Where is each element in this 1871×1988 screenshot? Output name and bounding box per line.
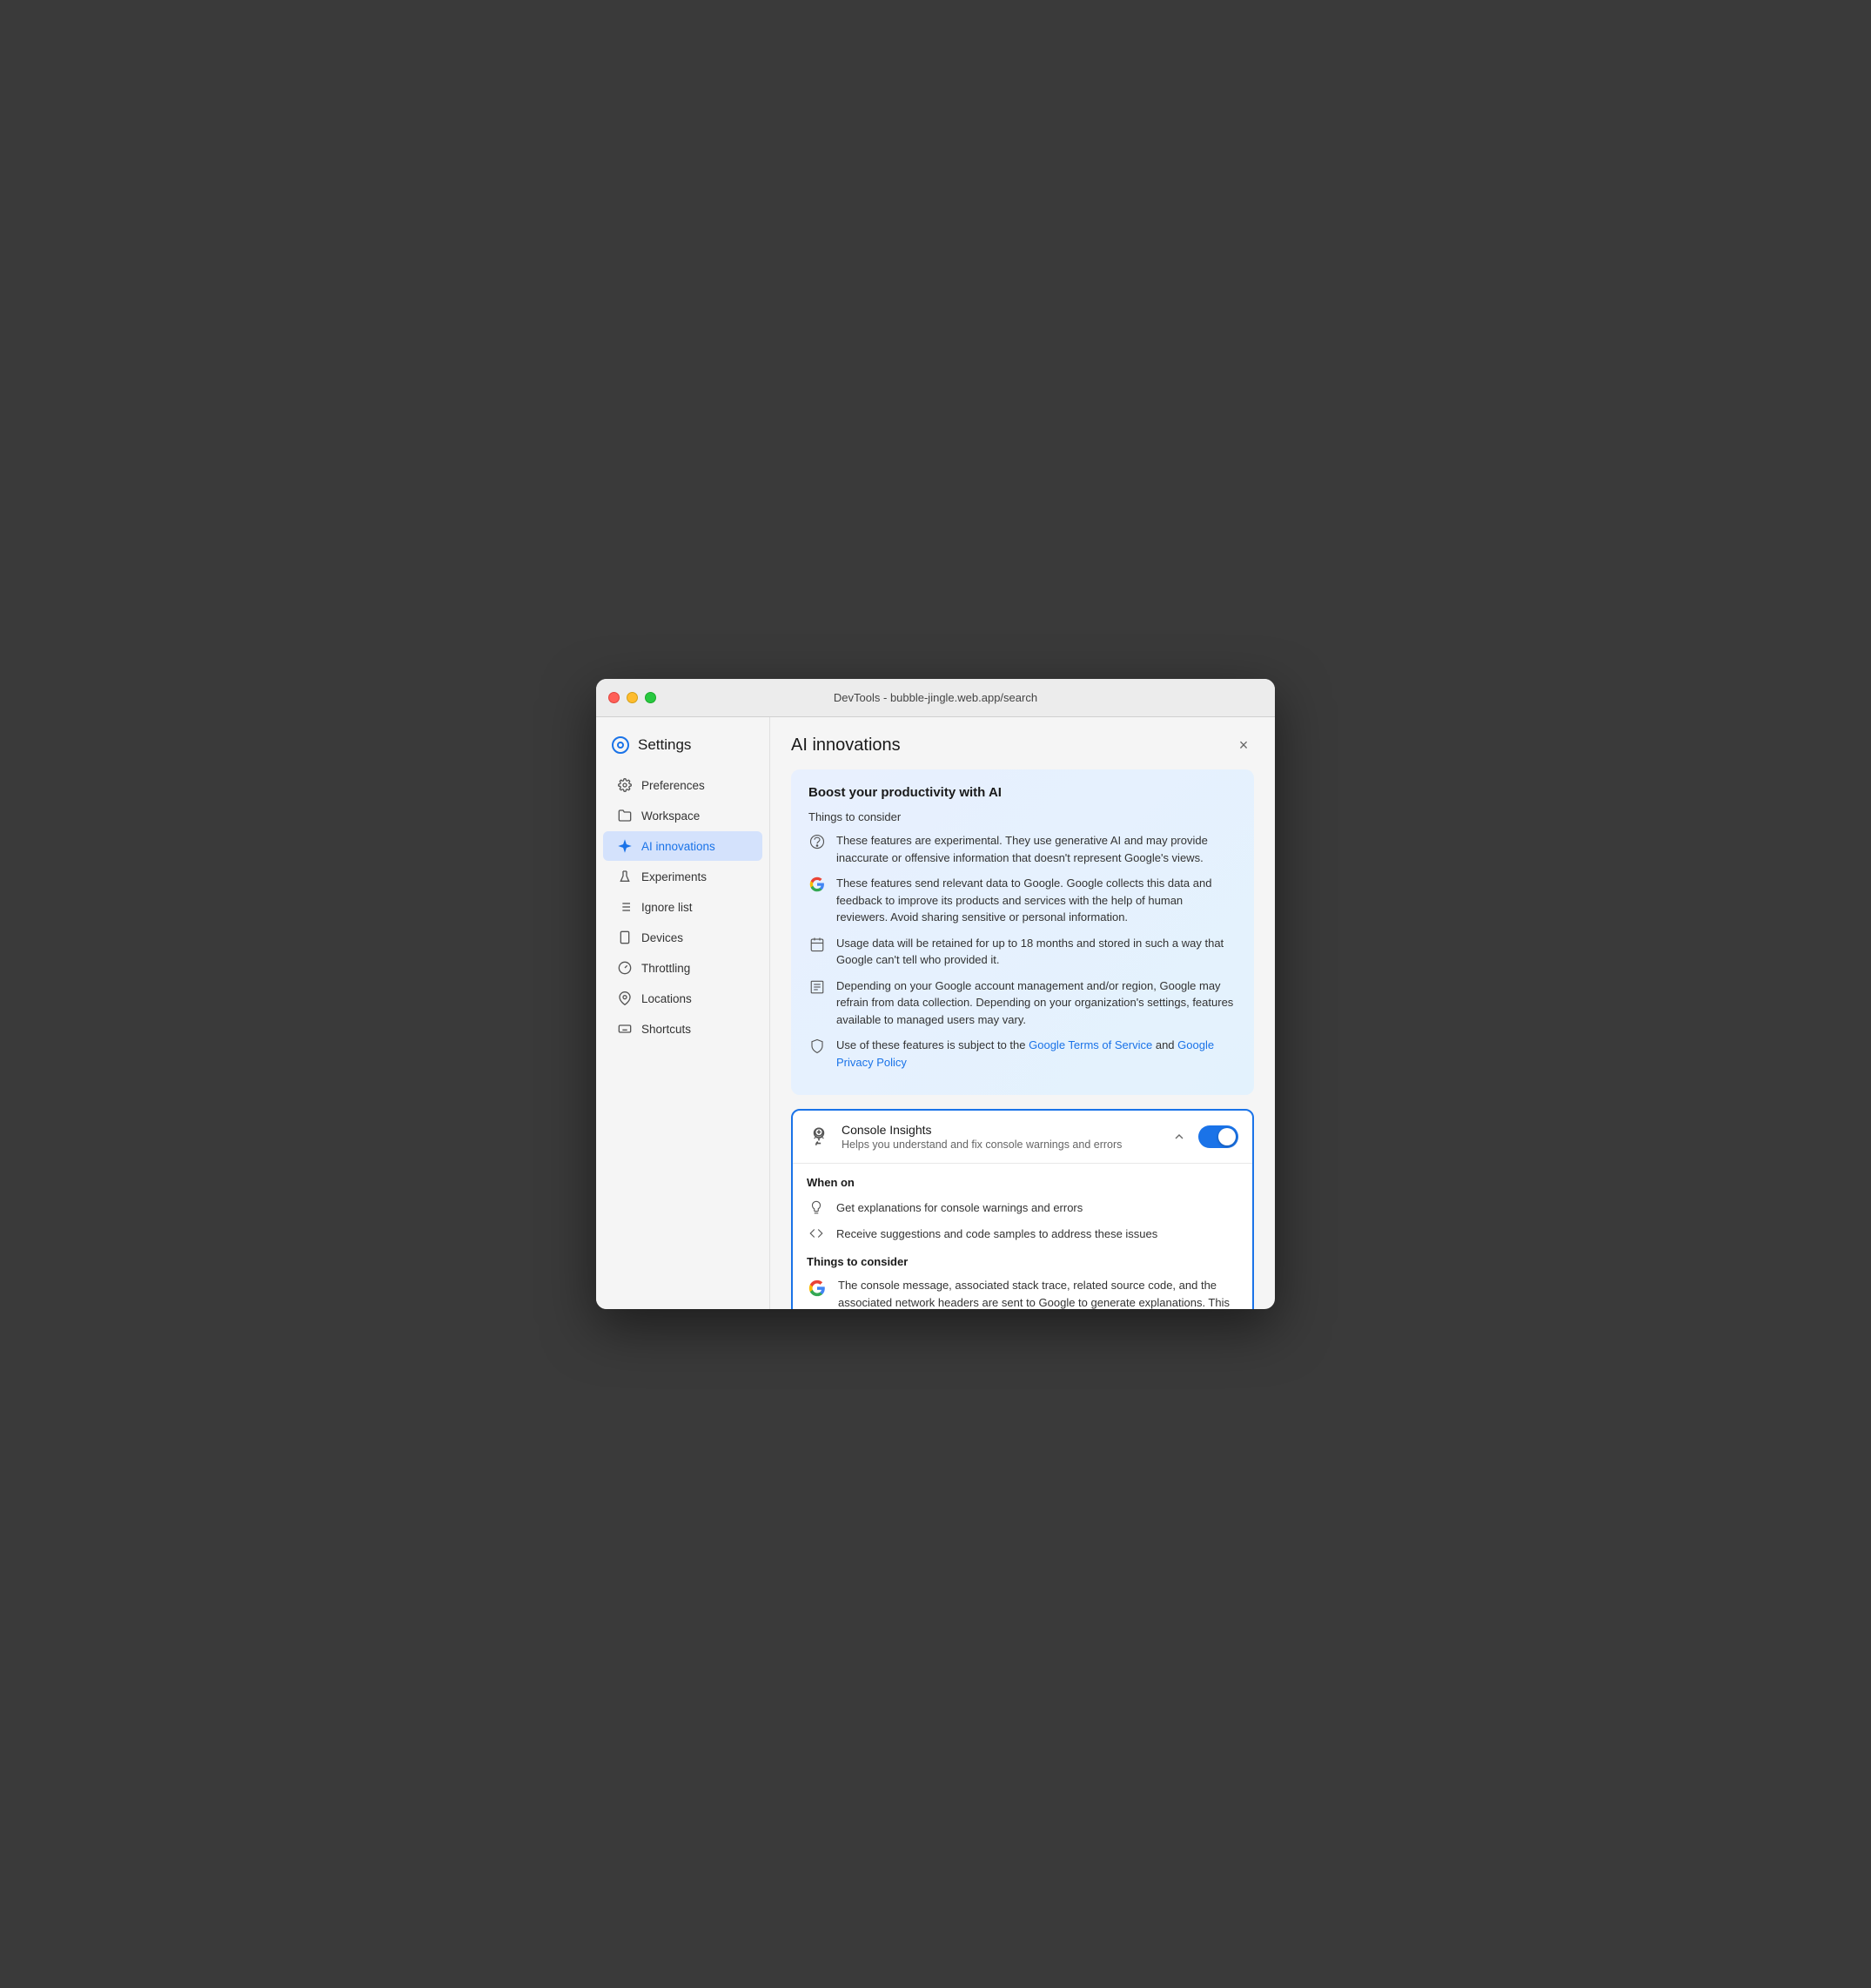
code-bracket-icon	[807, 1224, 826, 1243]
info-item-0: These features are experimental. They us…	[808, 832, 1237, 866]
sidebar-item-label: Devices	[641, 931, 683, 944]
gear-icon	[617, 777, 633, 793]
main-content: AI innovations × Boost your productivity…	[770, 717, 1275, 1309]
toggle-thumb	[1218, 1128, 1236, 1145]
devtools-window: DevTools - bubble-jingle.web.app/search …	[596, 679, 1275, 1309]
titlebar-title: DevTools - bubble-jingle.web.app/search	[834, 691, 1037, 704]
info-card-title: Boost your productivity with AI	[808, 785, 1237, 800]
info-item-tos-text: Use of these features is subject to the …	[836, 1037, 1237, 1071]
sidebar-item-throttling[interactable]: Throttling	[603, 953, 762, 983]
info-item-1: These features send relevant data to Goo…	[808, 875, 1237, 926]
console-insights-toggle[interactable]	[1198, 1125, 1238, 1148]
sidebar-item-preferences[interactable]: Preferences	[603, 770, 762, 800]
sidebar-item-label: Locations	[641, 992, 692, 1005]
info-item-4: Use of these features is subject to the …	[808, 1037, 1237, 1071]
when-on-title: When on	[807, 1176, 1238, 1189]
when-on-item-text: Get explanations for console warnings an…	[836, 1201, 1083, 1214]
chevron-up-icon[interactable]	[1170, 1128, 1188, 1145]
sidebar-item-label: AI innovations	[641, 840, 715, 853]
when-on-item-text: Receive suggestions and code samples to …	[836, 1227, 1157, 1240]
minimize-traffic-light[interactable]	[627, 692, 638, 703]
gauge-icon	[617, 960, 633, 976]
info-item-3: Depending on your Google account managem…	[808, 977, 1237, 1029]
sidebar-item-workspace[interactable]: Workspace	[603, 801, 762, 830]
content-area: Settings Preferences	[596, 717, 1275, 1309]
sidebar-header: Settings	[596, 728, 769, 769]
pin-icon	[617, 991, 633, 1006]
info-item-2: Usage data will be retained for up to 18…	[808, 935, 1237, 969]
console-insights-expanded: When on Get explanations for console war…	[793, 1163, 1252, 1309]
info-item-text: Depending on your Google account managem…	[836, 977, 1237, 1029]
google-g-icon-2	[807, 1278, 828, 1299]
info-item-text: Usage data will be retained for up to 18…	[836, 935, 1237, 969]
keyboard-icon	[617, 1021, 633, 1037]
flask-icon	[617, 869, 633, 884]
folder-icon	[617, 808, 633, 823]
main-header: AI innovations ×	[791, 735, 1254, 756]
info-card-subtitle: Things to consider	[808, 810, 1237, 823]
info-item-text: These features are experimental. They us…	[836, 832, 1237, 866]
console-insights-icon	[807, 1125, 831, 1149]
when-on-item-0: Get explanations for console warnings an…	[807, 1198, 1238, 1217]
sidebar-item-label: Shortcuts	[641, 1023, 691, 1036]
privacy-link[interactable]: Google Privacy Policy	[836, 1038, 1214, 1069]
sidebar: Settings Preferences	[596, 717, 770, 1309]
calendar-icon	[808, 936, 826, 953]
console-insights-subtitle: Helps you understand and fix console war…	[842, 1138, 1160, 1151]
settings-logo-icon	[610, 735, 631, 756]
things-item-0: The console message, associated stack tr…	[807, 1277, 1238, 1309]
shield-icon	[808, 1038, 826, 1055]
console-insights-text: Console Insights Helps you understand an…	[842, 1123, 1160, 1151]
sidebar-item-experiments[interactable]: Experiments	[603, 862, 762, 891]
device-icon	[617, 930, 633, 945]
list-x-icon	[617, 899, 633, 915]
maximize-traffic-light[interactable]	[645, 692, 656, 703]
close-button[interactable]: ×	[1233, 735, 1254, 756]
sparkle-icon	[617, 838, 633, 854]
ai-warning-icon	[808, 833, 826, 850]
when-on-item-1: Receive suggestions and code samples to …	[807, 1224, 1238, 1243]
sidebar-item-shortcuts[interactable]: Shortcuts	[603, 1014, 762, 1044]
things-to-consider-title: Things to consider	[807, 1255, 1238, 1268]
data-list-icon	[808, 978, 826, 996]
sidebar-item-label: Preferences	[641, 779, 705, 792]
main-title: AI innovations	[791, 735, 901, 756]
sidebar-item-ignore-list[interactable]: Ignore list	[603, 892, 762, 922]
things-item-text: The console message, associated stack tr…	[838, 1277, 1238, 1309]
google-g-icon	[808, 876, 826, 893]
console-insights-title: Console Insights	[842, 1123, 1160, 1137]
console-insights-controls	[1170, 1125, 1238, 1148]
console-insights-card: Console Insights Helps you understand an…	[791, 1109, 1254, 1309]
info-item-text: These features send relevant data to Goo…	[836, 875, 1237, 926]
traffic-lights	[608, 692, 656, 703]
sidebar-item-label: Workspace	[641, 809, 700, 823]
sidebar-item-label: Throttling	[641, 962, 690, 975]
info-card: Boost your productivity with AI Things t…	[791, 769, 1254, 1095]
tos-link[interactable]: Google Terms of Service	[1029, 1038, 1152, 1051]
sidebar-item-locations[interactable]: Locations	[603, 984, 762, 1013]
sidebar-item-label: Ignore list	[641, 901, 693, 914]
console-insights-header: Console Insights Helps you understand an…	[793, 1111, 1252, 1163]
sidebar-header-title: Settings	[638, 736, 691, 754]
close-traffic-light[interactable]	[608, 692, 620, 703]
sidebar-item-ai-innovations[interactable]: AI innovations	[603, 831, 762, 861]
titlebar: DevTools - bubble-jingle.web.app/search	[596, 679, 1275, 717]
sidebar-item-label: Experiments	[641, 870, 707, 883]
lightbulb-icon	[807, 1198, 826, 1217]
sidebar-item-devices[interactable]: Devices	[603, 923, 762, 952]
